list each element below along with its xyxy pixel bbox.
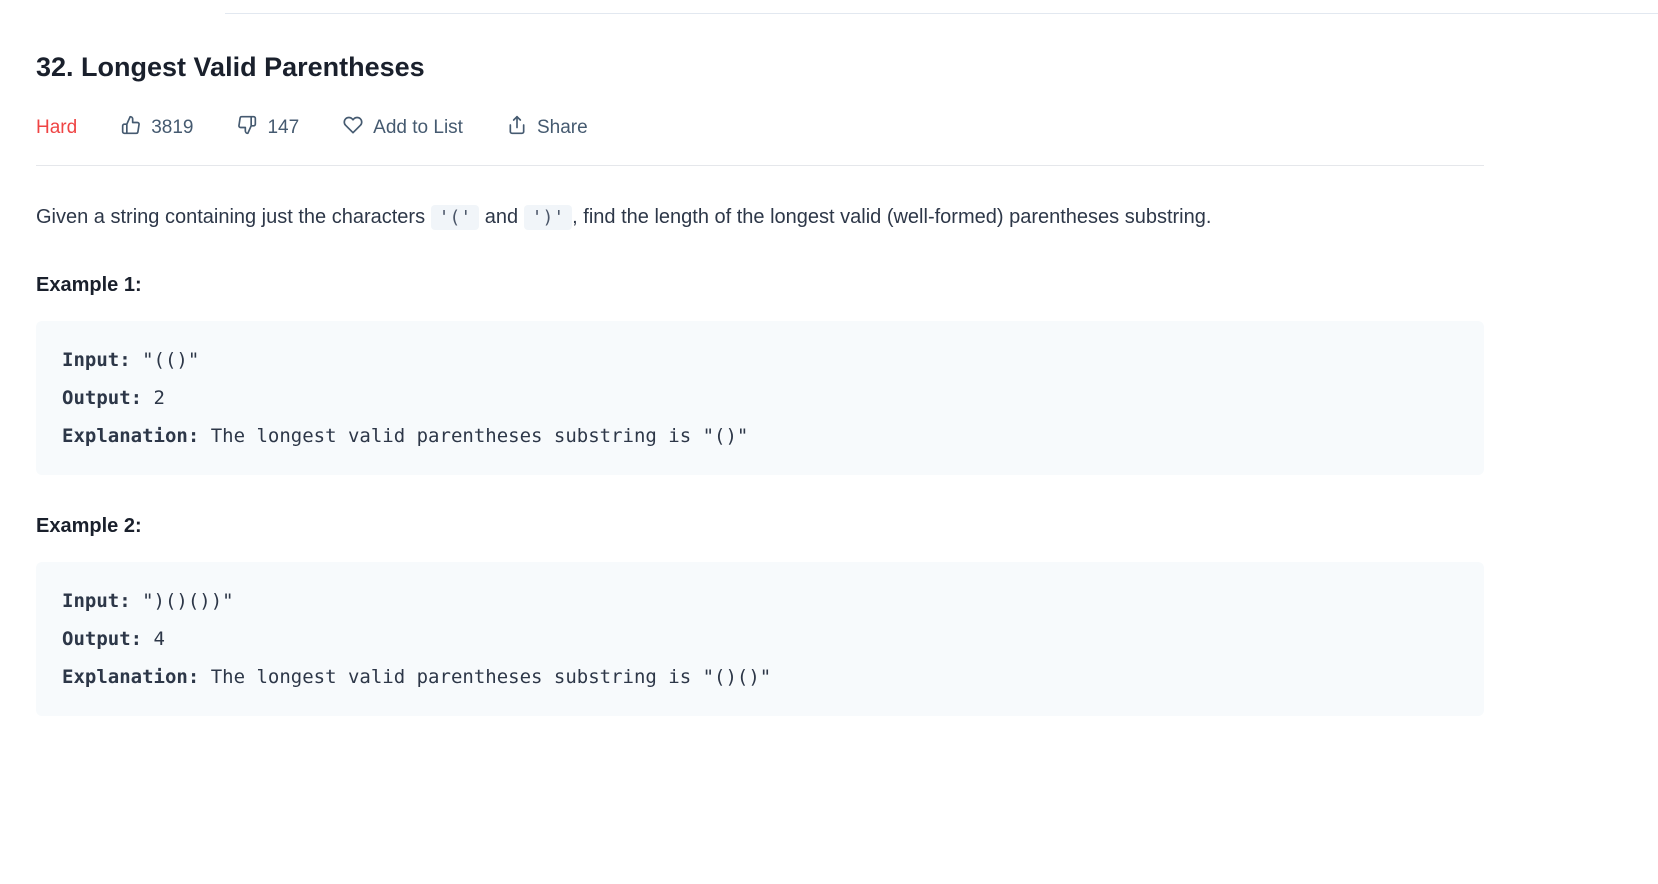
thumbs-up-icon xyxy=(121,115,141,141)
thumbs-down-icon xyxy=(237,115,257,141)
inline-code: '(' xyxy=(431,205,480,230)
input-key: Input: xyxy=(62,349,131,371)
meta-row: Hard 3819 147 Add to List Share xyxy=(36,115,1484,166)
example-code-block: Input: ")()())" Output: 4 Explanation: T… xyxy=(36,562,1484,716)
output-key: Output: xyxy=(62,628,142,650)
explanation-key: Explanation: xyxy=(62,666,199,688)
example-heading: Example 2: xyxy=(36,515,1484,538)
like-count: 3819 xyxy=(151,117,193,139)
desc-text: , find the length of the longest valid (… xyxy=(572,206,1211,228)
problem-container: 32. Longest Valid Parentheses Hard 3819 … xyxy=(0,14,1520,716)
problem-title: 32. Longest Valid Parentheses xyxy=(36,52,1484,83)
example-heading: Example 1: xyxy=(36,274,1484,297)
top-divider xyxy=(225,0,1658,14)
input-key: Input: xyxy=(62,590,131,612)
dislike-button[interactable]: 147 xyxy=(237,115,299,141)
desc-text: Given a string containing just the chara… xyxy=(36,206,431,228)
desc-text: and xyxy=(479,206,523,228)
explanation-val: The longest valid parentheses substring … xyxy=(199,666,771,688)
output-key: Output: xyxy=(62,387,142,409)
output-val: 2 xyxy=(142,387,165,409)
add-to-list-label: Add to List xyxy=(373,117,463,139)
add-to-list-button[interactable]: Add to List xyxy=(343,115,463,141)
dislike-count: 147 xyxy=(267,117,299,139)
output-val: 4 xyxy=(142,628,165,650)
explanation-key: Explanation: xyxy=(62,425,199,447)
share-label: Share xyxy=(537,117,588,139)
input-val: "(()" xyxy=(131,349,200,371)
like-button[interactable]: 3819 xyxy=(121,115,193,141)
example-code-block: Input: "(()" Output: 2 Explanation: The … xyxy=(36,321,1484,475)
share-icon xyxy=(507,115,527,141)
difficulty-badge: Hard xyxy=(36,117,77,139)
share-button[interactable]: Share xyxy=(507,115,588,141)
input-val: ")()())" xyxy=(131,590,234,612)
heart-icon xyxy=(343,115,363,141)
problem-description: Given a string containing just the chara… xyxy=(36,200,1484,234)
explanation-val: The longest valid parentheses substring … xyxy=(199,425,748,447)
inline-code: ')' xyxy=(524,205,573,230)
